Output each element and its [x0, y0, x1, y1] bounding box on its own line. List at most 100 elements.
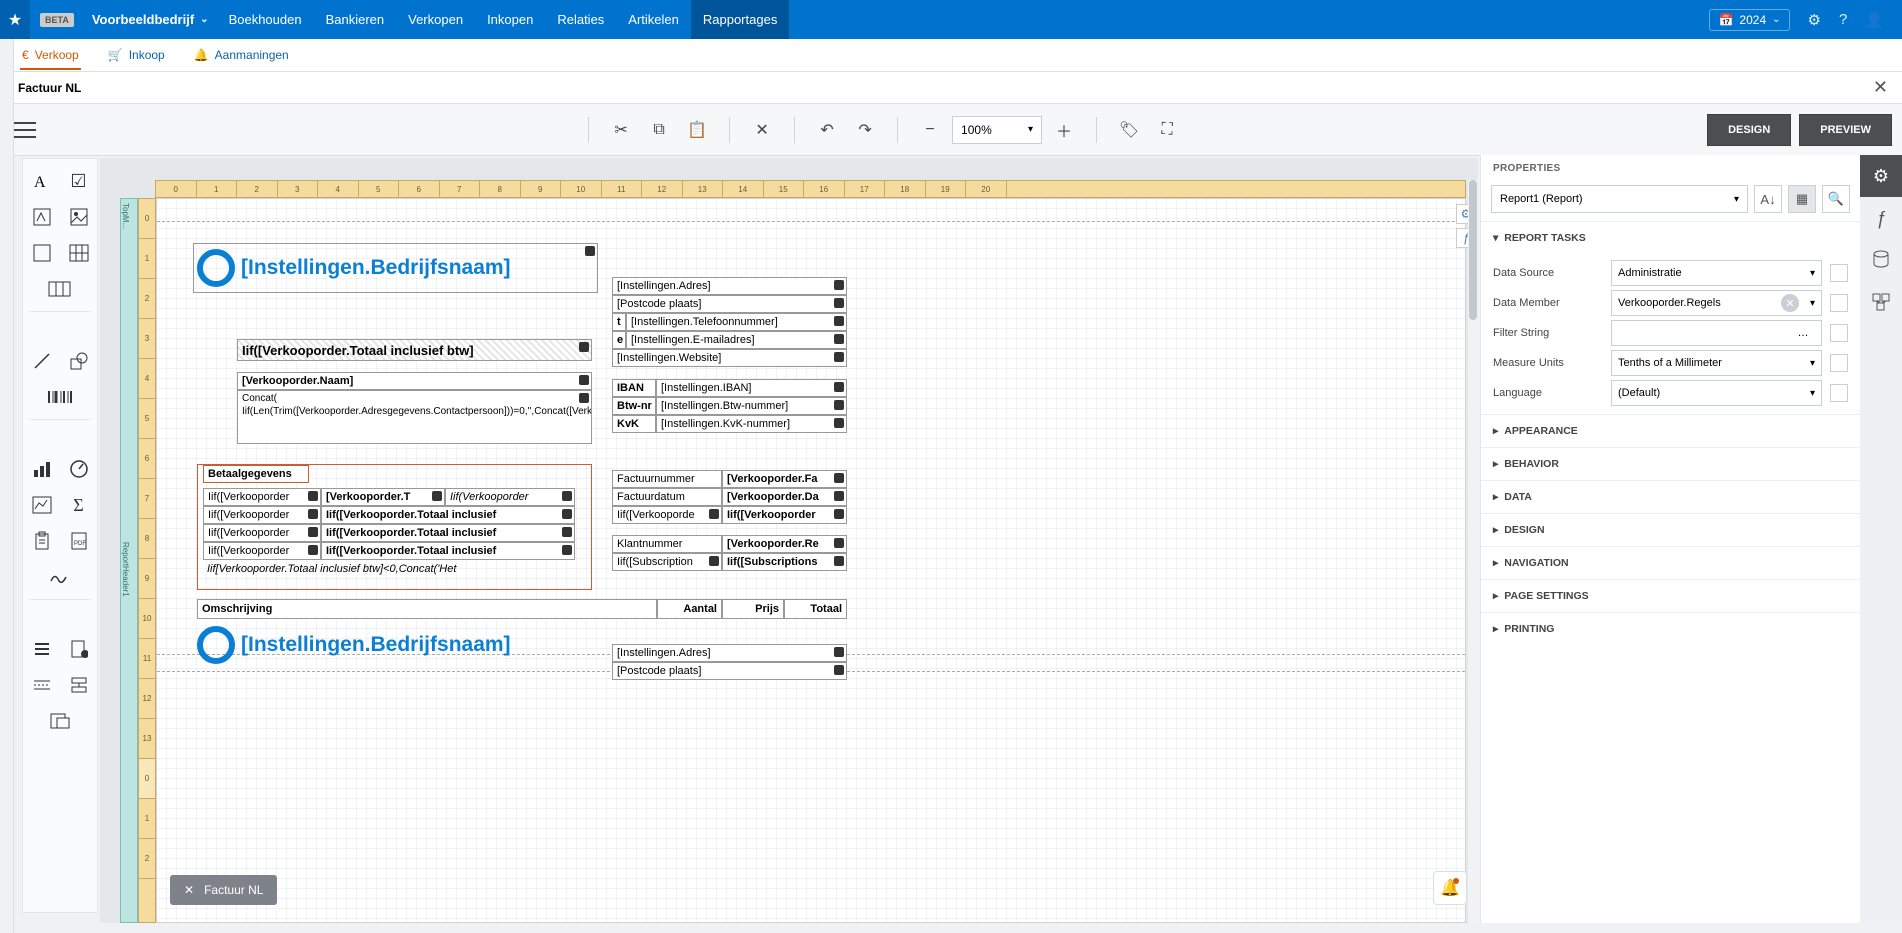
section-design[interactable]: ▸DESIGN: [1481, 514, 1860, 546]
field-line3b[interactable]: Iif([Verkooporder.Totaal inclusief: [321, 524, 575, 542]
smart-tag-icon[interactable]: [834, 280, 844, 290]
zoom-combo[interactable]: 100%▾: [952, 116, 1042, 144]
dock-properties-icon[interactable]: ⚙: [1860, 155, 1902, 197]
company-selector[interactable]: Voorbeeldbedrijf ⌄: [84, 12, 217, 27]
prop-reset-button[interactable]: [1830, 294, 1848, 312]
field-web[interactable]: [Instellingen.Website]: [612, 349, 847, 367]
field-exp[interactable]: Iif([Verkooporder: [722, 506, 847, 524]
tool-sigma[interactable]: Σ: [60, 487, 97, 523]
field-logo-company-2[interactable]: [Instellingen.Bedrijfsnaam]: [197, 626, 511, 664]
section-data[interactable]: ▸DATA: [1481, 481, 1860, 513]
tool-gauge[interactable]: [60, 451, 97, 487]
app-logo[interactable]: ★: [0, 0, 30, 39]
field-btw[interactable]: [Instellingen.Btw-nummer]: [656, 397, 847, 415]
smart-tag-icon[interactable]: [834, 382, 844, 392]
subnav-aanmaningen[interactable]: 🔔Aanmaningen: [192, 42, 291, 68]
tool-shape[interactable]: [60, 343, 97, 379]
prop-lang[interactable]: (Default)▾: [1611, 380, 1822, 406]
field-line4a[interactable]: Iif([Verkooporder: [203, 542, 321, 560]
cut-button[interactable]: ✂: [605, 114, 637, 146]
scope-selector[interactable]: Report1 (Report)▾: [1491, 185, 1748, 213]
field-factnr[interactable]: [Verkooporder.Fa: [722, 470, 847, 488]
design-canvas[interactable]: TopM... ReportHeader1 012345678910111213…: [100, 158, 1478, 923]
smart-tag-icon[interactable]: [709, 509, 719, 519]
prop-units[interactable]: Tenths of a Millimeter▾: [1611, 350, 1822, 376]
dock-expressions-icon[interactable]: ƒ: [1860, 197, 1902, 239]
tool-barcode[interactable]: [23, 379, 97, 415]
design-mode-button[interactable]: DESIGN: [1707, 114, 1791, 146]
field-klant-label[interactable]: Klantnummer: [612, 535, 722, 553]
smart-tag-icon[interactable]: [308, 545, 318, 555]
section-report-tasks[interactable]: ▾REPORT TASKS: [1481, 222, 1860, 254]
field-adres-2[interactable]: [Instellingen.Adres]: [612, 644, 847, 662]
tool-toc[interactable]: [23, 631, 60, 667]
field-sub-label[interactable]: Iif([Subscription: [612, 553, 722, 571]
smart-tag-icon[interactable]: [834, 298, 844, 308]
fullscreen-button[interactable]: ⛶: [1151, 114, 1183, 146]
field-betaal-header[interactable]: Betaalgegevens: [203, 465, 309, 483]
smart-tag-icon[interactable]: [834, 352, 844, 362]
tool-pagebreak[interactable]: [23, 667, 60, 703]
dock-explorer-icon[interactable]: [1860, 281, 1902, 323]
script-button[interactable]: 🏷: [1113, 114, 1145, 146]
undo-button[interactable]: ↶: [811, 114, 843, 146]
nav-rapportages[interactable]: Rapportages: [691, 0, 789, 39]
smart-tag-icon[interactable]: [834, 509, 844, 519]
field-line3a[interactable]: Iif([Verkooporder: [203, 524, 321, 542]
smart-tag-icon[interactable]: [308, 527, 318, 537]
nav-relaties[interactable]: Relaties: [545, 0, 616, 39]
tool-crossband[interactable]: [60, 667, 97, 703]
section-pagesettings[interactable]: ▸PAGE SETTINGS: [1481, 580, 1860, 612]
smart-tag-icon[interactable]: [585, 246, 595, 256]
field-sub[interactable]: Iif([Subscriptions: [722, 553, 847, 571]
prop-datamember[interactable]: Verkooporder.Regels✕▾: [1611, 290, 1822, 316]
menu-hamburger[interactable]: [14, 113, 48, 147]
prop-reset-button[interactable]: [1830, 354, 1848, 372]
smart-tag-icon[interactable]: [834, 400, 844, 410]
tool-signature[interactable]: [23, 559, 97, 595]
smart-tag-icon[interactable]: [709, 556, 719, 566]
field-factdatum-label[interactable]: Factuurdatum: [612, 488, 722, 506]
field-line2a[interactable]: Iif([Verkooporder: [203, 506, 321, 524]
smart-tag-icon[interactable]: [834, 665, 844, 675]
subnav-verkoop[interactable]: €Verkoop: [20, 42, 81, 70]
smart-tag-icon[interactable]: [562, 545, 572, 555]
field-col-totaal[interactable]: Totaal: [784, 599, 847, 619]
nav-artikelen[interactable]: Artikelen: [616, 0, 691, 39]
tool-subreport[interactable]: [23, 703, 97, 739]
zoom-in-button[interactable]: ＋: [1048, 114, 1080, 146]
close-icon[interactable]: ✕: [1873, 77, 1888, 98]
field-iban[interactable]: [Instellingen.IBAN]: [656, 379, 847, 397]
tool-pdf[interactable]: PDF: [60, 523, 97, 559]
smart-tag-icon[interactable]: [834, 473, 844, 483]
nav-verkopen[interactable]: Verkopen: [396, 0, 475, 39]
tool-character-comb[interactable]: [23, 271, 97, 307]
band-divider[interactable]: [157, 221, 1465, 222]
smart-tag-icon[interactable]: [834, 538, 844, 548]
field-iif-totaal[interactable]: Iif([Verkooporder.Totaal inclusief btw]: [237, 339, 592, 361]
smart-tag-icon[interactable]: [562, 491, 572, 501]
dock-fields-icon[interactable]: [1860, 239, 1902, 281]
tool-line[interactable]: [23, 343, 60, 379]
field-factnr-label[interactable]: Factuurnummer: [612, 470, 722, 488]
field-factdatum[interactable]: [Verkooporder.Da: [722, 488, 847, 506]
smart-tag-icon[interactable]: [834, 418, 844, 428]
smart-tag-icon[interactable]: [834, 316, 844, 326]
smart-tag-icon[interactable]: [579, 393, 589, 403]
prop-reset-button[interactable]: [1830, 384, 1848, 402]
field-tel-label[interactable]: t: [612, 313, 626, 331]
prop-reset-button[interactable]: [1830, 324, 1848, 342]
section-printing[interactable]: ▸PRINTING: [1481, 613, 1860, 645]
tool-label[interactable]: A: [23, 163, 60, 199]
field-line1c[interactable]: Iif(Verkooporder: [445, 488, 575, 506]
field-concat-contact[interactable]: Concat(Iif(Len(Trim([Verkooporder.Adresg…: [237, 390, 592, 444]
field-postcode[interactable]: [Postcode plaats]: [612, 295, 847, 313]
tool-clipboard[interactable]: [23, 523, 60, 559]
field-adres[interactable]: [Instellingen.Adres]: [612, 277, 847, 295]
field-mail[interactable]: [Instellingen.E-mailadres]: [626, 331, 847, 349]
field-tel[interactable]: [Instellingen.Telefoonnummer]: [626, 313, 847, 331]
smart-tag-icon[interactable]: [562, 509, 572, 519]
prop-filter[interactable]: …: [1611, 320, 1822, 346]
scrollbar-thumb[interactable]: [1469, 180, 1477, 320]
nav-boekhouden[interactable]: Boekhouden: [217, 0, 314, 39]
